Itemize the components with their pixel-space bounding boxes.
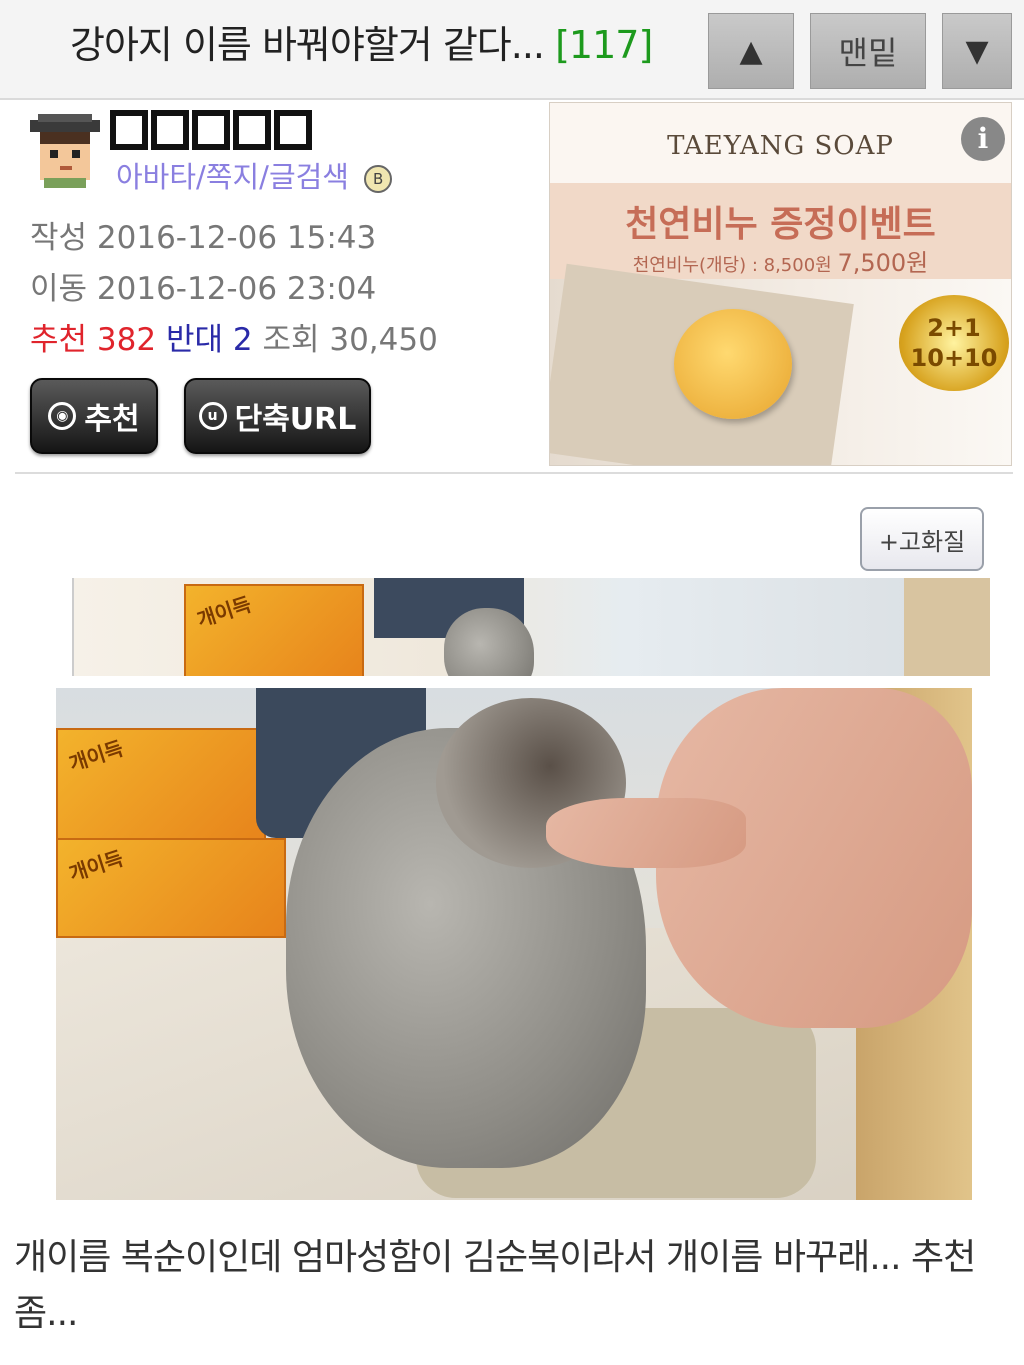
recommend-label: 추천 <box>30 322 88 358</box>
nickname-blocks <box>110 110 312 150</box>
section-divider <box>15 472 1013 474</box>
recommend-button[interactable]: ◉ 추천 <box>30 378 158 454</box>
avatar[interactable] <box>30 114 100 188</box>
moved-date: 이동 2016-12-06 23:04 <box>30 263 376 308</box>
ad-info-icon[interactable]: i <box>961 117 1005 161</box>
triangle-down-icon: ▼ <box>965 33 989 69</box>
ad-soap-image <box>674 309 792 419</box>
ad-headline: 천연비누 증정이벤트 <box>625 204 936 245</box>
oppose-count: 2 <box>232 322 253 358</box>
nickname-block <box>110 110 148 150</box>
advertisement-banner[interactable]: TAEYANG SOAP i 천연비누 증정이벤트 천연비누(개당) : 8,5… <box>549 102 1012 466</box>
scroll-down-button[interactable]: ▼ <box>942 13 1012 89</box>
moved-value: 2016-12-06 23:04 <box>96 271 377 307</box>
post-title: 강아지 이름 바꿔야할거 같다... <box>70 23 545 67</box>
written-label: 작성 <box>30 220 88 256</box>
ad-brand: TAEYANG SOAP <box>667 131 894 161</box>
nickname-block <box>192 110 230 150</box>
moved-label: 이동 <box>30 271 88 307</box>
page-title: 강아지 이름 바꿔야할거 같다... [117] <box>70 14 653 69</box>
post-image-top[interactable]: 개이득 <box>72 578 990 676</box>
views-label: 조회 <box>262 322 320 358</box>
recommend-count: 382 <box>96 322 157 358</box>
wood-panel-image <box>904 578 990 676</box>
finger-image <box>546 798 746 868</box>
user-links[interactable]: 아바타/쪽지/글검색 B <box>116 154 393 196</box>
high-quality-button[interactable]: +고화질 <box>860 507 984 571</box>
recommend-button-label: 추천 <box>84 402 140 437</box>
ad-promo-seal: 2+1 10+10 <box>899 295 1009 391</box>
user-links-label[interactable]: 아바타/쪽지/글검색 <box>116 160 349 194</box>
go-bottom-button[interactable]: 맨밑 <box>810 13 926 89</box>
views-count: 30,450 <box>329 322 438 358</box>
orange-box-image: 개이득 <box>184 584 364 676</box>
short-url-button[interactable]: u 단축URL <box>184 378 371 454</box>
ad-price-sale: 7,500원 <box>837 249 929 277</box>
recommend-icon: ◉ <box>48 402 77 430</box>
triangle-up-icon: ▲ <box>739 33 763 69</box>
nickname-block <box>233 110 271 150</box>
post-stats: 추천 382 반대 2 조회 30,450 <box>30 314 438 359</box>
ad-price-original: 천연비누(개당) : 8,500원 <box>632 255 832 276</box>
short-url-button-label: 단축URL <box>234 402 357 437</box>
scroll-up-button[interactable]: ▲ <box>708 13 794 89</box>
oppose-label: 반대 <box>165 322 223 358</box>
written-value: 2016-12-06 15:43 <box>96 220 377 256</box>
orange-box-image: 개이득 <box>56 838 286 938</box>
post-body-text: 개이름 복순이인데 엄마성함이 김순복이라서 개이름 바꾸래... 추천좀... <box>14 1237 976 1334</box>
comment-count[interactable]: [117] <box>555 23 653 67</box>
url-icon: u <box>198 402 227 430</box>
member-badge-icon: B <box>364 165 393 193</box>
post-image-main[interactable]: 개이득 개이득 <box>56 688 972 1200</box>
written-date: 작성 2016-12-06 15:43 <box>30 212 376 257</box>
nickname-block <box>274 110 312 150</box>
nickname-block <box>151 110 189 150</box>
orange-box-image: 개이득 <box>56 728 266 848</box>
top-bar: 강아지 이름 바꿔야할거 같다... [117] ▲ 맨밑 ▼ <box>0 0 1024 100</box>
